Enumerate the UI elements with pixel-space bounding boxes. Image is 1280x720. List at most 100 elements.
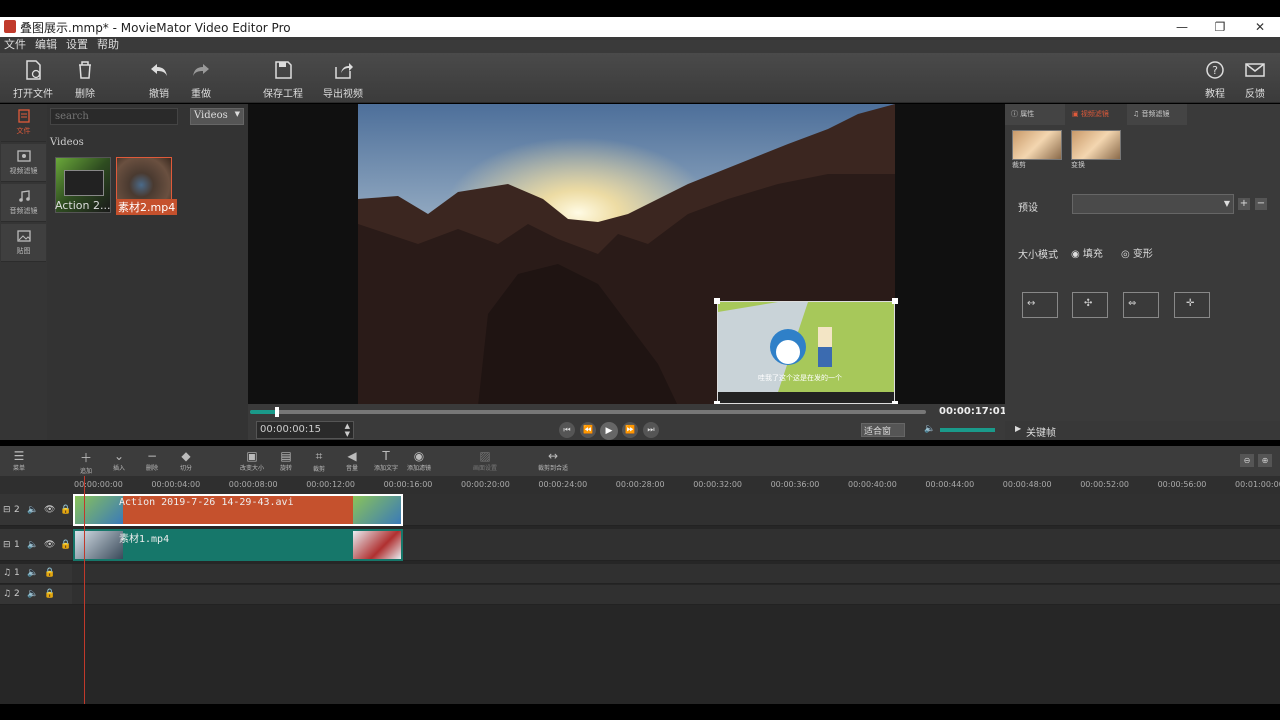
keyframe-toggle[interactable]: ▶ 关键帧 [1005,421,1280,440]
playhead-handle[interactable] [275,407,280,417]
nav-stickers[interactable]: 贴图 [1,224,46,262]
insert-button[interactable]: ⌄ 插入 [102,449,136,472]
tab-properties[interactable]: ⓘ 属性 [1005,104,1065,125]
main-toolbar: 打开文件 删除 撤销 重做 保存工程 导出视频 ? 教程 反馈 [0,53,1280,103]
search-input[interactable] [50,108,178,125]
add-text-button[interactable]: T 添加文字 [369,449,403,472]
eye-icon[interactable]: 👁 [44,540,55,550]
volume-slider[interactable] [940,428,995,432]
append-button[interactable]: ＋ 追加 [69,449,103,475]
picture-settings-button[interactable]: ▨ 画面设置 [468,449,502,472]
fit-fill-icon: ⇔ [1128,298,1137,309]
track-header-v2: ⊟ 2 🔈 👁 🔒 [0,494,72,526]
nav-video-filters[interactable]: 视频滤镜 [1,144,46,182]
menu-help[interactable]: 帮助 [93,37,124,53]
timeline-clip-sucai1[interactable]: 素材1.mp4 [73,529,403,561]
redo-button[interactable]: 重做 [176,59,226,100]
zoom-in-button[interactable]: ⊕ [1258,454,1272,467]
mute-icon[interactable]: 🔈 [27,505,38,515]
restore-button[interactable]: ❐ [1200,17,1240,37]
save-project-button[interactable]: 保存工程 [258,59,308,100]
redo-label: 重做 [191,89,211,100]
playback-progress[interactable] [250,407,926,417]
split-button[interactable]: ◆ 切分 [169,449,203,472]
fit-center-icon: ✣ [1084,298,1093,309]
overlay-clip[interactable]: 哇我了这个这是在发的一个 [714,298,898,407]
timeline-menu-button[interactable]: ☰ 菜单 [2,449,36,472]
volume-button[interactable]: ◀ 音量 [335,449,369,472]
lock-icon[interactable]: 🔒 [60,505,71,515]
lock-icon[interactable]: 🔒 [44,589,55,599]
zoom-fit-select[interactable]: 适合窗 [861,423,905,437]
chevron-down-icon: ▼ [1223,199,1230,208]
clip-start-thumb [75,531,123,559]
resize-button[interactable]: ▣ 改变大小 [235,449,269,472]
crop-button[interactable]: ⌗ 裁剪 [302,449,336,473]
volume-icon[interactable]: 🔈 [924,424,935,434]
text-icon: T [382,449,390,463]
tab-properties-label: 属性 [1020,110,1035,118]
resize-handle-tr[interactable] [892,298,898,304]
play-button[interactable]: ▶ [600,422,618,440]
rewind-button[interactable]: ⏪ [580,422,596,438]
lock-icon[interactable]: 🔒 [44,568,55,578]
resize-handle-tl[interactable] [714,298,720,304]
remove-preset-button[interactable]: − [1255,198,1267,210]
transform-radio[interactable]: ◎ 变形 [1121,245,1153,260]
track-header-a2: ♫ 2 🔈 🔒 [0,585,72,605]
fit-to-track-button[interactable]: ↔ 裁剪到合适 [536,449,570,472]
save-project-label: 保存工程 [263,89,303,100]
nav-audio-filters[interactable]: 音频滤镜 [1,184,46,222]
skip-start-button[interactable]: ⏮ [559,422,575,438]
filter-transform-label: 变换 [1071,161,1085,169]
mute-icon[interactable]: 🔈 [27,568,38,578]
timeline-clip-action[interactable]: Action 2019-7-26 14-29-43.avi [73,494,403,526]
rotate-button[interactable]: ▤ 旋转 [269,449,303,472]
filter-crop-thumb[interactable] [1012,130,1062,160]
clip-start-thumb [75,496,123,524]
export-video-button[interactable]: 导出视频 [318,59,368,100]
clip-end-thumb [353,531,401,559]
menu-file[interactable]: 文件 [0,37,31,53]
timeline-playhead[interactable] [84,476,85,704]
nav-video-filters-label: 视频滤镜 [9,167,38,175]
open-file-button[interactable]: 打开文件 [8,59,58,100]
fit-center-button[interactable]: ✣ [1072,292,1108,318]
menu-edit[interactable]: 编辑 [31,37,62,53]
close-button[interactable]: ✕ [1240,17,1280,37]
add-filter-button[interactable]: ◉ 添加滤镜 [402,449,436,472]
library-section-title: Videos [50,137,84,148]
filter-transform-thumb[interactable] [1071,130,1121,160]
eye-icon[interactable]: 👁 [44,505,55,515]
timeline-ruler[interactable]: 00:00:00:00 00:00:04:00 00:00:08:00 00:00:1… [0,476,1280,494]
add-preset-button[interactable]: + [1238,198,1250,210]
fill-radio[interactable]: ◉ 填充 [1071,245,1103,260]
split-label: 切分 [179,465,192,472]
left-nav: 文件 视频滤镜 音频滤镜 贴图 [0,104,47,440]
tab-video-filters[interactable]: ▣ 视频滤镜 [1066,104,1126,125]
fast-forward-button[interactable]: ⏩ [622,422,638,438]
timeline-delete-button[interactable]: − 删除 [135,449,169,472]
zoom-out-button[interactable]: ⊖ [1240,454,1254,467]
mute-icon[interactable]: 🔈 [27,589,38,599]
tab-audio-filters[interactable]: ♫ 音频滤镜 [1127,104,1187,125]
mute-icon[interactable]: 🔈 [27,540,38,550]
track-row-v2: Action 2019-7-26 14-29-43.avi [72,494,1280,526]
feedback-button[interactable]: 反馈 [1230,59,1280,100]
fit-width-button[interactable]: ↔ [1022,292,1058,318]
preset-select[interactable]: ▼ [1072,194,1234,214]
fit-stretch-button[interactable]: ✛ [1174,292,1210,318]
minimize-button[interactable]: — [1162,17,1202,37]
library-filter-select[interactable]: Videos ▼ [190,108,244,125]
timecode-input[interactable]: 00:00:00:15 ▲ ▼ [256,421,354,439]
fit-fill-button[interactable]: ⇔ [1123,292,1159,318]
ruler-tick-label: 00:00:16:00 [383,480,433,489]
menu-settings[interactable]: 设置 [62,37,93,53]
ruler-tick-label: 00:00:32:00 [693,480,742,489]
skip-end-button[interactable]: ⏭ [643,422,659,438]
lock-icon[interactable]: 🔒 [60,540,71,550]
delete-button[interactable]: 删除 [60,59,110,100]
track-v2-label: 2 [14,505,20,515]
nav-audio-filters-label: 音频滤镜 [9,207,38,215]
nav-files[interactable]: 文件 [1,104,46,142]
